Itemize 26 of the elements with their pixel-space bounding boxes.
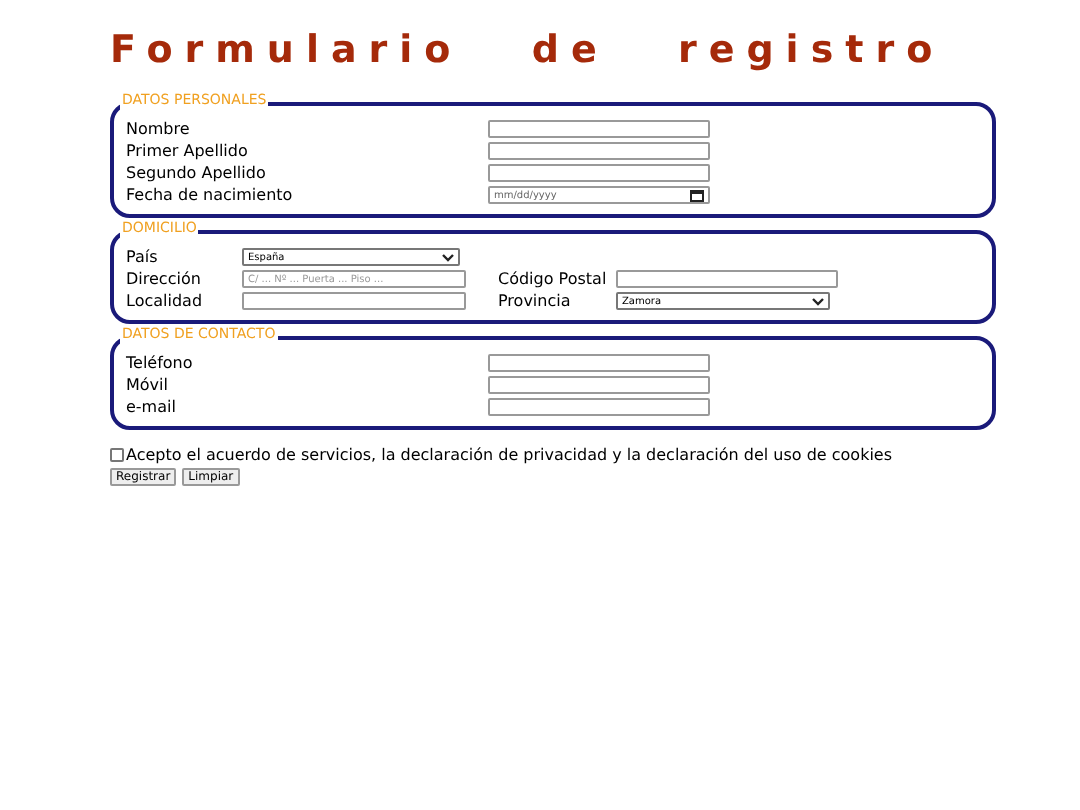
text-field[interactable] bbox=[616, 270, 838, 288]
text-field[interactable] bbox=[488, 120, 710, 138]
text-field[interactable] bbox=[488, 164, 710, 182]
field-label: Fecha de nacimiento bbox=[126, 186, 295, 204]
consent-label: Acepto el acuerdo de servicios, la declaración de privacidad y la declaración del uso de cookies bbox=[126, 446, 893, 464]
text-field[interactable] bbox=[488, 354, 710, 372]
calendar-icon[interactable] bbox=[690, 189, 704, 201]
field-label: Código Postal bbox=[498, 270, 609, 288]
text-field[interactable] bbox=[242, 292, 466, 310]
field-label: Provincia bbox=[498, 292, 573, 310]
text-field[interactable] bbox=[488, 142, 710, 160]
field-label: Móvil bbox=[126, 376, 170, 394]
checkbox[interactable] bbox=[110, 448, 124, 462]
field-label: Localidad bbox=[126, 292, 205, 310]
text-field[interactable] bbox=[488, 398, 710, 416]
field-label: País bbox=[126, 248, 160, 266]
text-field[interactable] bbox=[488, 376, 710, 394]
field-label: Teléfono bbox=[126, 354, 195, 372]
field-label: e-mail bbox=[126, 398, 178, 416]
field-label: Dirección bbox=[126, 270, 203, 288]
field-label: Segundo Apellido bbox=[126, 164, 268, 182]
field-label: Primer Apellido bbox=[126, 142, 250, 160]
caret-icon bbox=[812, 297, 824, 305]
form-title: Formulario de registro bbox=[110, 28, 945, 72]
field-label: Nombre bbox=[126, 120, 192, 138]
caret-icon bbox=[442, 253, 454, 261]
